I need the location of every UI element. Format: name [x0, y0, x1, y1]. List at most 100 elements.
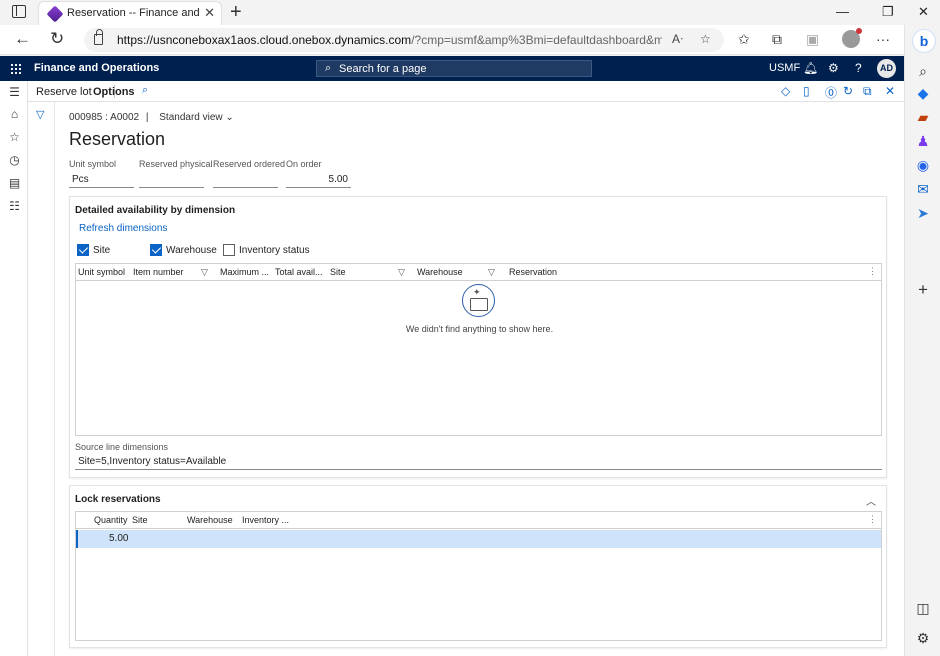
col-inventory[interactable]: Inventory ... [242, 515, 289, 525]
tab-close-icon[interactable]: ✕ [204, 5, 215, 21]
availability-header[interactable]: Detailed availability by dimension [75, 205, 235, 216]
outlook-icon[interactable]: ✉ [915, 181, 931, 197]
user-avatar[interactable]: AD [877, 59, 896, 78]
site-checkbox-label: Site [93, 245, 111, 256]
checkbox-checked-icon[interactable] [77, 244, 89, 256]
caption-record-id: 000985 : A0002 [69, 112, 140, 123]
office-icon[interactable]: ◉ [915, 157, 931, 173]
options-tab[interactable]: Options [93, 86, 135, 98]
grid-options-icon[interactable]: ⋮ [868, 514, 877, 525]
col-site[interactable]: Site [132, 515, 148, 525]
reserved-ordered-field[interactable] [213, 174, 278, 188]
notifications-icon[interactable]: 🔔︎ [803, 61, 818, 75]
tools-icon[interactable]: ▰ [915, 109, 931, 125]
maximize-button[interactable]: ❐ [882, 4, 894, 20]
lock-icon[interactable] [94, 29, 103, 45]
tab-actions-icon[interactable] [12, 5, 26, 18]
read-aloud-icon[interactable]: Aᐧ [672, 32, 683, 46]
games-icon[interactable]: ♟ [915, 133, 931, 149]
chevron-down-icon[interactable]: ⌄ [225, 112, 233, 123]
refresh-icon[interactable]: ↻ [50, 29, 64, 49]
collections-icon[interactable]: ⧉ [772, 31, 782, 48]
favorite-add-icon[interactable]: ☆ [700, 32, 711, 46]
unit-symbol-field[interactable]: Pcs [69, 174, 134, 188]
menu-icon[interactable]: ☰ [8, 86, 21, 99]
col-warehouse[interactable]: Warehouse [187, 515, 233, 525]
grid-options-icon[interactable]: ⋮ [868, 266, 877, 277]
grid-header-row: Unit symbol Item number ▽ Maximum ... To… [76, 264, 881, 281]
app-launcher-icon[interactable] [10, 63, 21, 74]
shopping-icon[interactable]: ◆ [915, 85, 931, 101]
close-window-button[interactable]: ✕ [918, 4, 929, 20]
recent-icon[interactable]: ◷ [8, 154, 21, 167]
favorites-icon[interactable]: ☆ [8, 131, 21, 144]
col-warehouse[interactable]: Warehouse [417, 267, 463, 277]
settings-icon[interactable]: ⚙ [915, 630, 931, 646]
more-icon[interactable]: ··· [876, 31, 890, 47]
browser-toolbar: ← ↻ https://usnconeboxax1aos.cloud.onebo… [0, 25, 940, 55]
col-site[interactable]: Site [330, 267, 346, 277]
source-line-dimensions-label: Source line dimensions [75, 442, 169, 452]
sidebar-toggle-icon[interactable]: ◫ [915, 600, 931, 616]
page-search[interactable]: ⌕ Search for a page [316, 60, 592, 77]
column-filter-icon[interactable]: ▽ [398, 267, 405, 278]
checkbox-unchecked-icon[interactable] [223, 244, 235, 256]
quantity-cell[interactable]: 5.00 [109, 533, 128, 544]
settings-icon[interactable]: ⚙ [828, 61, 839, 75]
modules-icon[interactable]: ☷ [8, 200, 21, 213]
column-filter-icon[interactable]: ▽ [488, 267, 495, 278]
app-header: Finance and Operations ⌕ Search for a pa… [0, 56, 904, 81]
power-apps-icon[interactable]: ◇ [781, 84, 790, 98]
chevron-up-icon[interactable]: ︿ [866, 493, 876, 508]
bing-chat-icon[interactable]: b [912, 29, 936, 53]
lock-reservations-header[interactable]: Lock reservations [75, 494, 161, 505]
workspaces-icon[interactable]: ▤ [8, 177, 21, 190]
unit-symbol-label: Unit symbol [69, 159, 117, 169]
help-icon[interactable]: ? [855, 61, 862, 75]
extensions-icon[interactable]: ▣ [806, 31, 819, 48]
dynamics-favicon-icon [46, 5, 64, 23]
office-icon[interactable]: ▯ [803, 84, 810, 98]
close-icon[interactable]: ✕ [885, 84, 895, 98]
back-icon[interactable]: ← [14, 29, 31, 49]
warehouse-checkbox[interactable]: Warehouse [150, 244, 217, 257]
view-selector[interactable]: Standard view [159, 112, 222, 123]
source-line-dimensions-field[interactable]: Site=5,Inventory status=Available [75, 456, 882, 470]
favorites-icon[interactable]: ✩ [738, 31, 750, 48]
warehouse-checkbox-label: Warehouse [166, 245, 217, 256]
action-search-icon[interactable]: ⌕ [142, 84, 148, 97]
new-tab-button[interactable]: + [230, 1, 242, 23]
site-checkbox[interactable]: Site [77, 244, 110, 257]
open-new-window-icon[interactable]: ⧉ [863, 84, 872, 99]
filter-icon[interactable]: ▽ [36, 108, 47, 121]
refresh-dimensions-button[interactable]: Refresh dimensions [79, 223, 167, 234]
url-text[interactable]: https://usnconeboxax1aos.cloud.onebox.dy… [117, 33, 662, 47]
app-name[interactable]: Finance and Operations [34, 62, 159, 74]
search-icon[interactable]: ⌕ [915, 63, 931, 79]
col-maximum[interactable]: Maximum ... [220, 267, 269, 277]
col-item-number[interactable]: Item number [133, 267, 184, 277]
add-icon[interactable]: + [915, 281, 931, 298]
empty-state-message: We didn't find anything to show here. [405, 324, 554, 334]
inventory-status-checkbox[interactable]: Inventory status [223, 244, 310, 257]
reserved-physical-field[interactable] [139, 174, 204, 188]
attachments-icon[interactable]: ⓪ [825, 84, 837, 101]
company-picker[interactable]: USMF [769, 62, 800, 74]
on-order-field[interactable]: 5.00 [286, 174, 351, 188]
profile-icon[interactable] [842, 28, 862, 48]
checkbox-checked-icon[interactable] [150, 244, 162, 256]
home-icon[interactable]: ⌂ [8, 108, 21, 121]
address-bar[interactable]: https://usnconeboxax1aos.cloud.onebox.dy… [84, 28, 724, 52]
col-unit-symbol[interactable]: Unit symbol [78, 267, 125, 277]
column-filter-icon[interactable]: ▽ [201, 267, 208, 278]
reserve-lot-button[interactable]: Reserve lot [36, 86, 92, 98]
table-row[interactable]: 5.00 [76, 530, 881, 548]
minimize-button[interactable]: — [836, 4, 849, 19]
col-total-available[interactable]: Total avail... [275, 267, 323, 277]
send-icon[interactable]: ➤ [915, 205, 931, 221]
browser-tabstrip: Reservation -- Finance and Operations ✕ … [0, 0, 940, 25]
col-quantity[interactable]: Quantity [94, 515, 128, 525]
col-reservation[interactable]: Reservation [509, 267, 557, 277]
browser-tab[interactable]: Reservation -- Finance and Operations ✕ [38, 1, 222, 25]
refresh-icon[interactable]: ↻ [843, 84, 853, 98]
